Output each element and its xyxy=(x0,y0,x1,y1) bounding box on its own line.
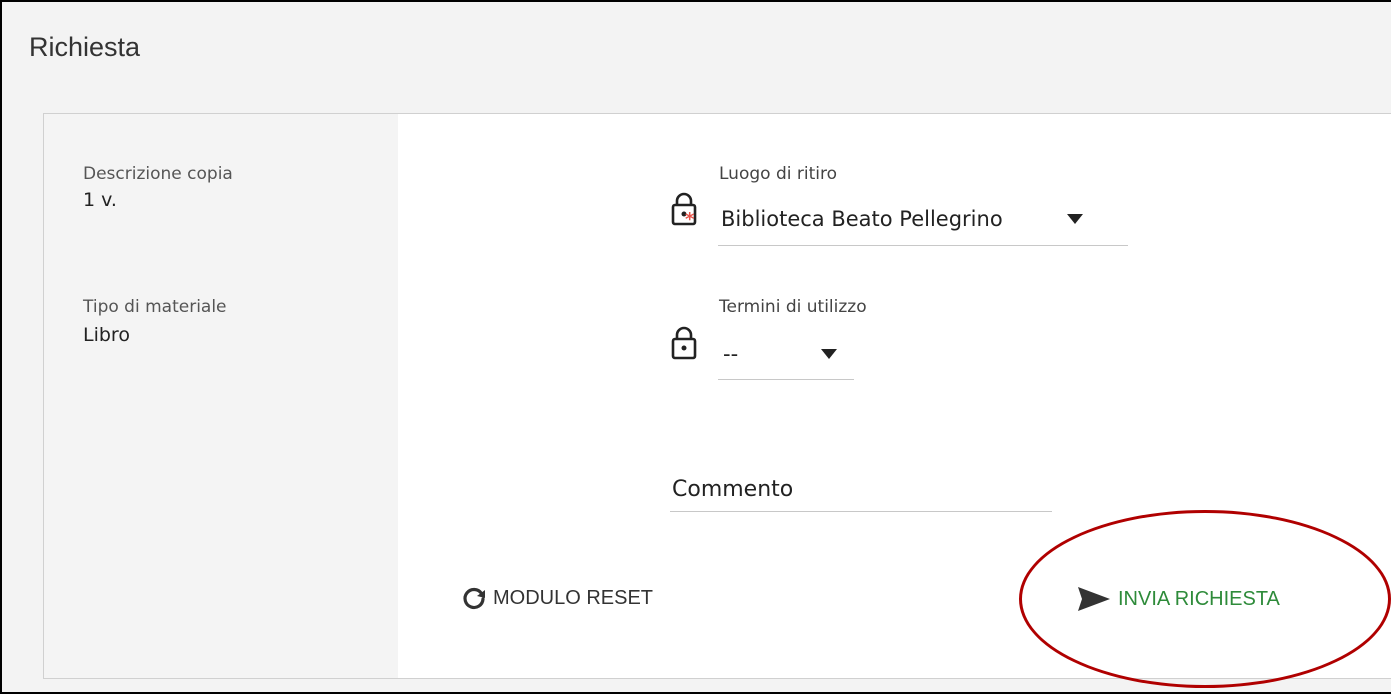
item-info-panel: Descrizione copia 1 v. Tipo di materiale… xyxy=(44,114,398,678)
lock-required-icon: * xyxy=(671,192,697,226)
comment-label: Commento xyxy=(672,477,794,502)
reset-form-button[interactable]: MODULO RESET xyxy=(461,585,653,611)
chevron-down-icon xyxy=(821,349,837,359)
svg-text:*: * xyxy=(685,209,695,226)
send-request-label: INVIA RICHIESTA xyxy=(1118,587,1280,610)
terms-of-use-value: -- xyxy=(723,342,739,366)
terms-of-use-select[interactable]: -- xyxy=(718,336,854,380)
pickup-location-value: Biblioteca Beato Pellegrino xyxy=(721,207,1003,231)
comment-field[interactable]: Commento xyxy=(670,459,1052,512)
copy-description-label: Descrizione copia xyxy=(83,164,233,184)
copy-description-value: 1 v. xyxy=(83,189,117,211)
pickup-location-label: Luogo di ritiro xyxy=(719,164,837,184)
pickup-location-select[interactable]: Biblioteca Beato Pellegrino xyxy=(718,201,1128,246)
material-type-value: Libro xyxy=(83,324,130,346)
request-card: Descrizione copia 1 v. Tipo di materiale… xyxy=(43,113,1391,679)
request-panel: Richiesta Descrizione copia 1 v. Tipo di… xyxy=(0,0,1391,694)
refresh-icon xyxy=(463,587,485,610)
material-type-label: Tipo di materiale xyxy=(83,297,227,317)
reset-form-label: MODULO RESET xyxy=(493,586,654,609)
page-title: Richiesta xyxy=(29,32,141,62)
chevron-down-icon xyxy=(1067,214,1083,224)
terms-of-use-label: Termini di utilizzo xyxy=(719,297,867,317)
send-icon xyxy=(1078,587,1110,611)
lock-icon xyxy=(671,326,697,360)
send-request-button[interactable]: INVIA RICHIESTA xyxy=(1076,585,1280,613)
